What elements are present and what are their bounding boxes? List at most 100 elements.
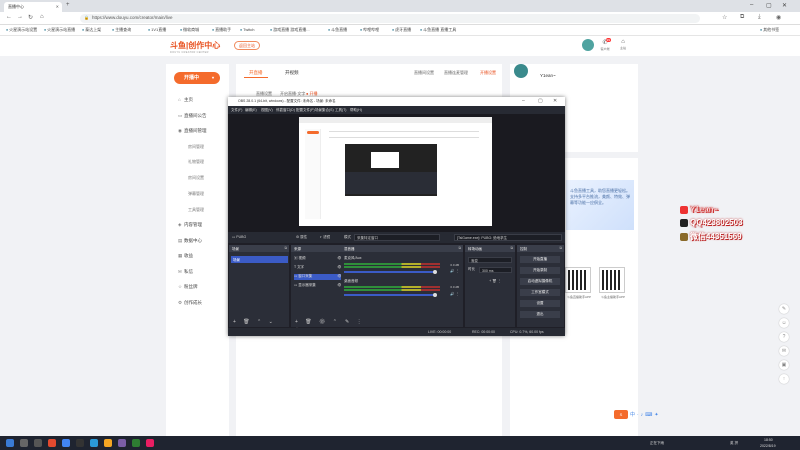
avatar[interactable] xyxy=(514,64,528,78)
dock-menu-icon[interactable]: ⧉ xyxy=(560,246,563,250)
clock-time[interactable]: 18:50 xyxy=(764,438,773,442)
ime-logo[interactable]: S xyxy=(614,410,628,419)
sidebar-item-home[interactable]: ⌂ 主页 xyxy=(178,97,193,103)
sidebar-item-income[interactable]: ▦ 收益 xyxy=(178,253,193,259)
new-tab-icon[interactable]: + xyxy=(66,2,70,8)
star-icon[interactable]: ☆ xyxy=(722,14,727,21)
mic-manage-link[interactable]: 直播连麦管理 xyxy=(444,70,468,76)
minimize-icon[interactable]: – xyxy=(522,98,525,104)
extensions-icon[interactable]: ⧉ xyxy=(740,14,744,21)
obs-menu-item[interactable]: 帮助(H) xyxy=(350,108,362,113)
sidebar-subitem[interactable]: 工具管理 xyxy=(188,207,204,213)
minimize-icon[interactable]: – xyxy=(750,2,753,8)
dock-menu-icon[interactable]: ⧉ xyxy=(459,246,462,250)
browser-tab[interactable]: 直播中心 ✕ xyxy=(4,2,62,12)
back-to-main-button[interactable]: 返回主站 xyxy=(234,41,260,50)
sidebar-subitem[interactable]: 房间设置 xyxy=(188,175,204,181)
sidebar-subitem[interactable]: 礼物管理 xyxy=(188,159,204,165)
avatar[interactable] xyxy=(582,39,594,51)
obs-menu-item[interactable]: 编辑(E) xyxy=(245,108,257,113)
bookmark-item[interactable]: 泰达上架 xyxy=(82,27,101,33)
bookmark-item[interactable]: 斗鱼直播 直播工具 xyxy=(420,27,456,33)
bookmark-item[interactable]: 直播助手 xyxy=(212,27,231,33)
obs-preview[interactable] xyxy=(299,117,492,226)
bookmark-item[interactable]: 哔哩哔哩 xyxy=(360,27,379,33)
bookmark-item[interactable]: Twitch xyxy=(240,27,254,32)
search-icon[interactable] xyxy=(20,439,28,447)
bookmark-item[interactable]: 火星演示站直播 xyxy=(44,27,75,33)
scene-list-item[interactable]: 场景 xyxy=(231,256,288,263)
obs-menu-item[interactable]: 停靠窗口(D) xyxy=(276,108,295,113)
app-icon[interactable] xyxy=(146,439,154,447)
reload-icon[interactable]: ↻ xyxy=(28,14,33,21)
tab-close-icon[interactable]: ✕ xyxy=(56,4,59,9)
sidebar-item-content[interactable]: ◈ 内容管理 xyxy=(178,222,202,228)
obs-menu-item[interactable]: 视图(V) xyxy=(261,108,273,113)
ime-toolbar-icons[interactable]: 中·♪⌨✦ xyxy=(630,411,661,418)
settings-button[interactable]: 设置 xyxy=(520,300,560,307)
bookmark-item[interactable]: 虎牙直播 xyxy=(392,27,411,33)
bookmark-item[interactable]: 1V1直播 xyxy=(148,27,166,33)
exit-button[interactable]: 退出 xyxy=(520,311,560,318)
profile-icon[interactable]: ◉ xyxy=(776,14,781,21)
obs-menu-item[interactable]: 工具(T) xyxy=(335,108,346,113)
window-select[interactable]: [TslGame.exe]: PUBG: 绝地求生 xyxy=(454,234,562,241)
volume-slider-knob[interactable] xyxy=(433,292,437,297)
room-settings-link[interactable]: 直播间设置 xyxy=(414,70,434,76)
obs-menu-item[interactable]: 场景集合(S) xyxy=(315,108,334,113)
bookmark-item[interactable]: 斗鱼直播 xyxy=(328,27,347,33)
tab-video[interactable]: 开视频 xyxy=(280,69,304,77)
download-icon[interactable]: ⤓ xyxy=(758,14,761,21)
service-icon[interactable]: ☺ xyxy=(779,318,789,328)
mute-settings-icons[interactable]: 🔊 ⋮ xyxy=(450,292,459,296)
client-button[interactable]: ✆ 99 客户端 xyxy=(598,38,612,52)
back-to-top-icon[interactable]: ↑ xyxy=(779,374,789,384)
duration-input[interactable]: 300 ms xyxy=(479,267,512,273)
sidebar-item-messages[interactable]: ✉ 私信 xyxy=(178,269,193,275)
mute-settings-icons[interactable]: 🔊 ⋮ xyxy=(450,269,459,273)
bookmark-item[interactable]: 其他书签 xyxy=(760,27,779,33)
start-streaming-button[interactable]: 开始直播 xyxy=(520,256,560,263)
mixer-toolbar[interactable]: ✎ ⋮ xyxy=(341,317,463,327)
feedback-icon[interactable]: ✎ xyxy=(779,304,789,314)
ime-indicator[interactable]: 英 拼 xyxy=(730,441,738,446)
sidebar-item-notice[interactable]: ▭ 直播间公告 xyxy=(178,113,207,119)
sidebar-subitem[interactable]: 弹幕管理 xyxy=(188,191,204,197)
studio-mode-button[interactable]: 工作室模式 xyxy=(520,289,560,296)
dock-menu-icon[interactable]: ⧉ xyxy=(285,246,288,250)
sidebar-item-fans[interactable]: ☆ 粉丝牌 xyxy=(178,284,198,290)
weather-text[interactable]: 正在下雨 xyxy=(650,441,664,446)
close-window-icon[interactable]: ✕ xyxy=(782,2,787,9)
home-icon[interactable]: ⌂ xyxy=(40,14,44,20)
volume-slider[interactable] xyxy=(344,271,434,273)
properties-button[interactable]: ⚙ 属性 xyxy=(296,235,307,240)
start-recording-button[interactable]: 开始录制 xyxy=(520,267,560,274)
app-icon[interactable] xyxy=(118,439,126,447)
virtual-camera-button[interactable]: 启动虚拟摄像机 xyxy=(520,278,560,285)
obs-menu-item[interactable]: 配置文件(P) xyxy=(296,108,315,113)
app-icon[interactable]: ▣ xyxy=(779,360,789,370)
back-icon[interactable]: ← xyxy=(6,14,12,20)
sidebar-item-growth[interactable]: ⚙ 创作成长 xyxy=(178,300,202,306)
clock-date[interactable]: 2022/8/19 xyxy=(760,444,776,448)
main-site-button[interactable]: ⌂ 主站 xyxy=(616,39,630,51)
forward-icon[interactable]: → xyxy=(17,14,23,20)
volume-slider-knob[interactable] xyxy=(433,269,437,274)
sidebar-item-room-manage[interactable]: ◉ 直播间管理 xyxy=(178,128,207,134)
scenes-toolbar[interactable]: + 🗑 ⌃ ⌄ xyxy=(229,317,289,327)
chat-icon[interactable]: ✉ xyxy=(779,346,789,356)
live-status-button[interactable]: 开播中 ▾ xyxy=(174,72,220,84)
sidebar-subitem[interactable]: 房间管理 xyxy=(188,144,204,150)
obs-icon[interactable] xyxy=(76,439,84,447)
folder-icon[interactable] xyxy=(104,439,112,447)
maximize-icon[interactable]: ▢ xyxy=(766,2,772,9)
sidebar-item-data[interactable]: ▤ 数据中心 xyxy=(178,238,202,244)
dock-menu-icon[interactable]: ⧉ xyxy=(511,246,514,250)
filters-button[interactable]: ◐ 滤镜 xyxy=(320,235,330,240)
bookmark-item[interactable]: 游戏直播 游戏直播... xyxy=(270,27,309,33)
url-bar[interactable]: 🔒 https://www.douyu.com/creator/main/liv… xyxy=(80,14,700,23)
app-icon[interactable] xyxy=(132,439,140,447)
app-icon[interactable] xyxy=(90,439,98,447)
task-view-icon[interactable] xyxy=(34,439,42,447)
maximize-icon[interactable]: ▢ xyxy=(538,98,543,104)
